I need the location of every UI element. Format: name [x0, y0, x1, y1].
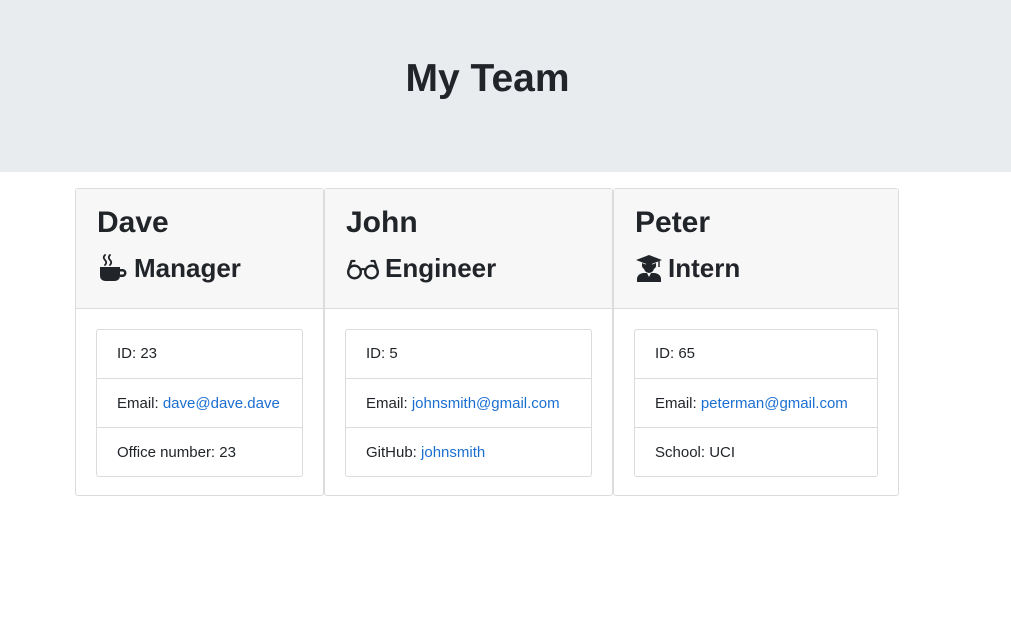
employee-name: Peter	[635, 206, 711, 239]
github-label: GitHub:	[366, 444, 422, 461]
page-title: My Team	[405, 57, 570, 100]
email-label: Email:	[117, 395, 163, 412]
employee-role: Engineer	[346, 252, 496, 284]
role-label: Manager	[134, 253, 241, 283]
employee-school: School: UCI	[635, 427, 877, 476]
school-label: School:	[655, 444, 710, 461]
glasses-icon	[346, 254, 380, 282]
employee-email: Email: dave@dave.dave	[97, 378, 302, 427]
employee-id: ID: 65	[635, 330, 877, 378]
employee-github: GitHub: johnsmith	[346, 427, 591, 476]
email-label: Email:	[366, 395, 412, 412]
employee-office-number: Office number: 23	[97, 427, 302, 476]
employee-details-list: ID: 23 Email: dave@dave.dave Office numb…	[96, 329, 303, 477]
email-link[interactable]: dave@dave.dave	[163, 395, 280, 412]
coffee-mug-icon	[97, 254, 129, 282]
office-number-label: Office number:	[117, 444, 220, 461]
employee-email: Email: johnsmith@gmail.com	[346, 378, 591, 427]
graduate-icon	[635, 254, 663, 282]
school-value: UCI	[709, 444, 736, 461]
id-label: ID:	[117, 345, 141, 362]
card-header: Peter Intern	[614, 189, 898, 309]
office-number-value: 23	[219, 444, 236, 461]
employee-details-list: ID: 65 Email: peterman@gmail.com School:…	[634, 329, 878, 477]
email-label: Email:	[655, 395, 701, 412]
header-banner: My Team	[0, 0, 1011, 172]
role-label: Engineer	[385, 253, 497, 283]
id-label: ID:	[366, 345, 390, 362]
employee-details-list: ID: 5 Email: johnsmith@gmail.com GitHub:…	[345, 329, 592, 477]
github-link[interactable]: johnsmith	[421, 444, 485, 461]
employee-email: Email: peterman@gmail.com	[635, 378, 877, 427]
role-label: Intern	[668, 253, 741, 283]
employee-role: Manager	[97, 252, 241, 284]
id-value: 5	[389, 345, 398, 362]
employee-role: Intern	[635, 252, 740, 284]
email-link[interactable]: peterman@gmail.com	[701, 395, 848, 412]
id-value: 65	[678, 345, 696, 362]
id-label: ID:	[655, 345, 679, 362]
employee-name: Dave	[97, 206, 169, 239]
employee-name: John	[346, 206, 418, 239]
card-header: Dave Manager	[76, 189, 323, 309]
employee-id: ID: 23	[97, 330, 302, 378]
employee-id: ID: 5	[346, 330, 591, 378]
employee-card-intern: Peter Intern ID: 65 Email: peterman@gmai…	[613, 188, 899, 496]
email-link[interactable]: johnsmith@gmail.com	[412, 395, 560, 412]
employee-card-engineer: John Engineer ID: 5 Email: johnsmith@gma…	[324, 188, 613, 496]
employee-card-manager: Dave Manager ID: 23 Email: dave@dave.dav…	[75, 188, 324, 496]
id-value: 23	[140, 345, 158, 362]
card-header: John Engineer	[325, 189, 612, 309]
